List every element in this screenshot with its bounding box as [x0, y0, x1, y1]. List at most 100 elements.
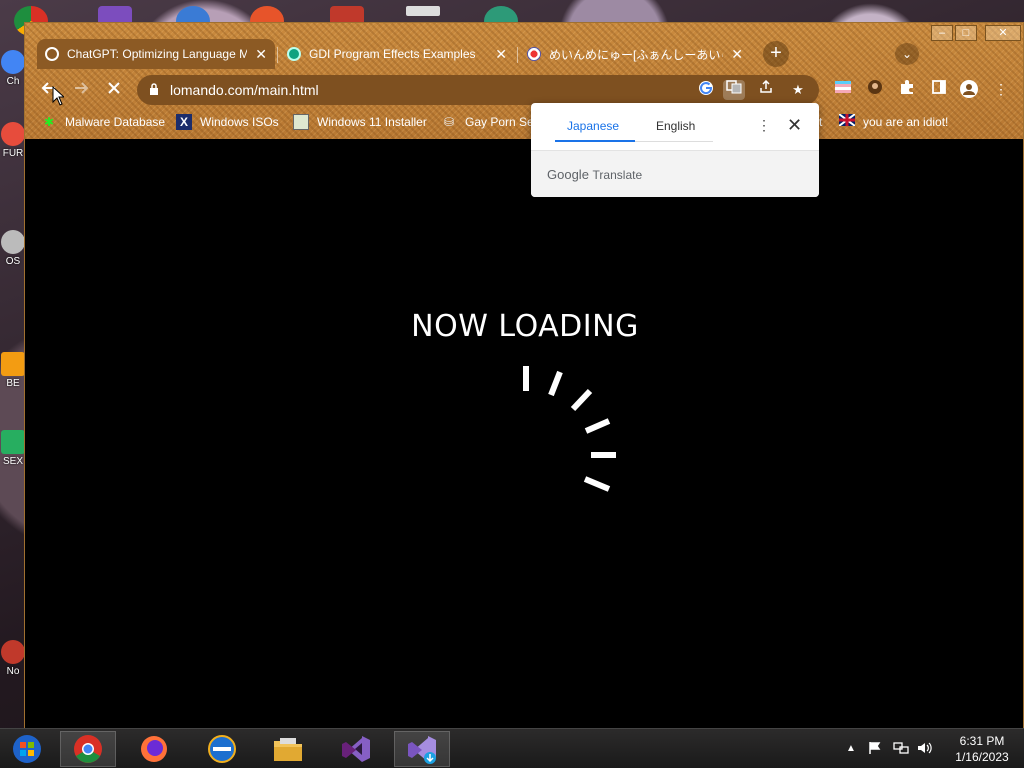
- new-tab-button[interactable]: +: [763, 41, 789, 67]
- google-translate-logo: Google Translate: [547, 167, 642, 182]
- spinner-segment: [570, 388, 593, 412]
- close-window-button[interactable]: ✕: [985, 25, 1021, 41]
- bookmark-5[interactable]: t: [819, 113, 822, 131]
- taskbar-clock[interactable]: 6:31 PM 1/16/2023: [944, 733, 1020, 765]
- stop-x-icon: [108, 82, 120, 94]
- tab-search-button[interactable]: ⌄: [895, 43, 919, 65]
- desktop-shortcut[interactable]: BE: [0, 352, 26, 389]
- bookmark-label: Windows 11 Installer: [317, 115, 427, 129]
- tab-separator: [277, 47, 278, 63]
- page-content: NOW LOADING: [25, 139, 1023, 729]
- network-icon[interactable]: [893, 741, 909, 758]
- taskbar-chrome[interactable]: [60, 731, 116, 767]
- share-icon[interactable]: [755, 79, 777, 100]
- visual-studio-installer-icon: [408, 736, 436, 764]
- clock-time: 6:31 PM: [959, 734, 1005, 748]
- tab-title: GDI Program Effects Examples: [309, 47, 476, 61]
- side-panel-icon[interactable]: [929, 79, 949, 99]
- desktop-shortcut-label: SEX: [2, 456, 23, 467]
- tab-gdi-examples[interactable]: GDI Program Effects Examples ✕: [279, 39, 515, 69]
- tab-close-icon[interactable]: ✕: [255, 46, 267, 63]
- minimize-button[interactable]: –: [931, 25, 953, 41]
- folder-icon: [274, 738, 302, 761]
- desktop-shortcut-label: FUR: [2, 148, 24, 159]
- shortcut-icon: [1, 50, 25, 74]
- url-text[interactable]: lomando.com/main.html: [170, 82, 319, 98]
- flag-icon: [838, 113, 856, 130]
- desktop-app-icon-6[interactable]: [406, 6, 440, 16]
- lomando-icon: [527, 47, 541, 61]
- bookmark-label: Malware Database: [65, 115, 166, 129]
- tab-chatgpt[interactable]: ChatGPT: Optimizing Language Mo ✕: [37, 39, 275, 69]
- volume-icon[interactable]: [917, 741, 933, 758]
- desktop-shortcut[interactable]: OS: [0, 230, 26, 267]
- tab-title: ChatGPT: Optimizing Language Mo: [67, 47, 248, 61]
- taskbar-file-explorer[interactable]: [260, 731, 316, 767]
- stop-loading-button[interactable]: [102, 79, 126, 101]
- spinner-segment: [583, 476, 611, 492]
- maximize-button[interactable]: □: [955, 25, 977, 41]
- taskbar-visual-studio[interactable]: [328, 731, 384, 767]
- extensions-puzzle-icon[interactable]: [897, 79, 917, 99]
- profile-icon[interactable]: [959, 79, 979, 99]
- menu-kebab-icon[interactable]: ⋮: [991, 79, 1011, 99]
- translate-popup: Japanese English ⋮ ✕ Google Translate: [531, 103, 819, 197]
- spinner-segment: [548, 370, 563, 397]
- forward-arrow-icon: [75, 82, 89, 94]
- openai-icon: [287, 47, 301, 61]
- address-bar[interactable]: lomando.com/main.html ★: [137, 75, 819, 105]
- tab-close-icon[interactable]: ✕: [731, 46, 743, 63]
- bookmark-label: you are an idiot!: [863, 115, 949, 129]
- clock-date: 1/16/2023: [955, 750, 1009, 764]
- action-center-flag-icon[interactable]: [868, 741, 882, 758]
- shortcut-icon: [1, 640, 25, 664]
- bookmark-windows-11-installer[interactable]: Windows 11 Installer: [293, 113, 427, 131]
- google-brand-text: Google: [547, 167, 589, 182]
- tab-lomando[interactable]: めいんめにゅー[ふぁんしーあいらんど ✕: [519, 39, 751, 69]
- desktop-shortcut[interactable]: SEX: [0, 430, 26, 467]
- bookmark-you-are-an-idiot[interactable]: you are an idiot!: [838, 113, 949, 131]
- visual-studio-icon: [342, 736, 370, 762]
- translate-footer: Google Translate: [531, 151, 819, 197]
- taskbar-firefox[interactable]: [126, 731, 182, 767]
- spinner-segment: [584, 418, 611, 434]
- desktop-shortcut[interactable]: FUR: [0, 122, 26, 159]
- extension-flag-icon[interactable]: [833, 79, 853, 99]
- translate-close-icon[interactable]: ✕: [787, 115, 802, 136]
- taskbar-visual-studio-installer[interactable]: [394, 731, 450, 767]
- bookmark-label: Windows ISOs: [200, 115, 279, 129]
- translate-tab-japanese[interactable]: Japanese: [567, 119, 619, 133]
- openai-icon: [45, 47, 59, 61]
- browser-window: – □ ✕ ChatGPT: Optimizing Language Mo ✕ …: [24, 22, 1024, 729]
- bookmark-malware-database[interactable]: ✱ Malware Database: [41, 113, 165, 131]
- chrome-icon: [74, 735, 102, 763]
- disk-icon: ⛁: [443, 115, 455, 129]
- tab-separator: [517, 47, 518, 63]
- translate-tab-english[interactable]: English: [656, 119, 695, 133]
- forward-button[interactable]: [69, 79, 93, 101]
- start-button[interactable]: [0, 731, 54, 767]
- shortcut-icon: [1, 352, 25, 376]
- google-lens-icon[interactable]: [695, 80, 717, 100]
- internet-explorer-icon: [208, 735, 236, 763]
- active-tab-indicator: [555, 140, 635, 142]
- bookmark-4[interactable]: ⛁ Gay Porn Sex: [441, 113, 531, 131]
- show-hidden-icons-icon[interactable]: ▲: [846, 743, 856, 754]
- desktop-shortcut[interactable]: No: [0, 640, 26, 677]
- translate-icon[interactable]: [723, 80, 745, 100]
- tab-close-icon[interactable]: ✕: [495, 46, 507, 63]
- bookmark-label: Gay Porn Sex: [465, 115, 531, 129]
- translate-options-icon[interactable]: ⋮: [757, 117, 771, 134]
- bookmark-star-icon[interactable]: ★: [787, 80, 809, 100]
- desktop-shortcut-label: Ch: [6, 76, 20, 87]
- taskbar: ▲ 6:31 PM 1/16/2023: [0, 728, 1024, 768]
- tab-underline: [635, 141, 713, 142]
- bookmark-windows-isos[interactable]: X Windows ISOs: [176, 113, 279, 131]
- desktop-shortcut[interactable]: Ch: [0, 50, 26, 87]
- firefox-icon: [141, 736, 167, 762]
- desktop-shortcut-label: BE: [6, 378, 20, 389]
- extension-avatar-icon[interactable]: [865, 79, 885, 99]
- tab-title: めいんめにゅー[ふぁんしーあいらんど: [549, 47, 723, 62]
- shortcut-icon: [1, 430, 25, 454]
- taskbar-internet-explorer[interactable]: [194, 731, 250, 767]
